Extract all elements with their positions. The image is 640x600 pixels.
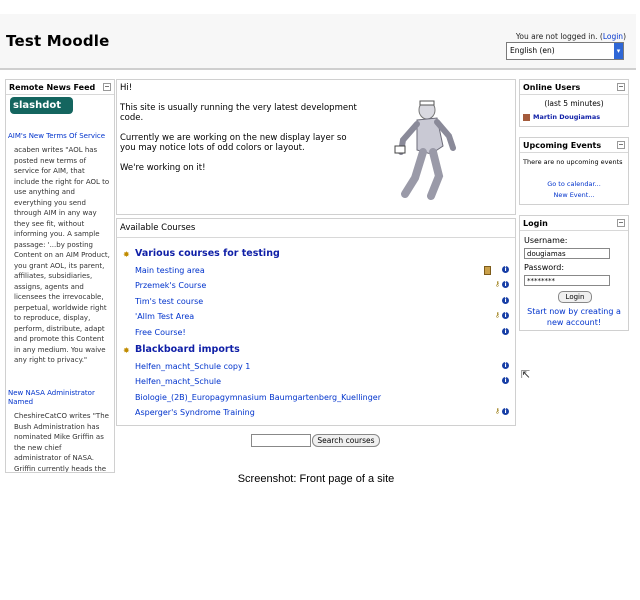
info-icon[interactable]: i <box>502 297 509 304</box>
intro-text: Hi! This site is usually running the ver… <box>120 83 360 183</box>
create-account-link[interactable]: Start now by creating a new account! <box>520 306 628 328</box>
info-icon[interactable]: i <box>502 408 509 415</box>
password-label: Password: <box>524 263 565 272</box>
key-icon: ⚷ <box>494 280 500 288</box>
login-info: You are not logged in. (Login) <box>516 32 626 41</box>
login-info-text: You are not logged in. ( <box>515 32 603 41</box>
moodle-page: Test Moodle You are not logged in. (Logi… <box>0 0 640 473</box>
block-header: Online Users <box>520 80 628 95</box>
site-intro-block: Hi! This site is usually running the ver… <box>116 79 516 215</box>
block-header: Login <box>520 216 628 231</box>
screenshot-caption: Screenshot: Front page of a site <box>237 473 395 485</box>
robot-figure-image <box>394 100 456 200</box>
info-icon[interactable]: i <box>502 377 509 384</box>
info-icon[interactable]: i <box>502 328 509 335</box>
language-select[interactable]: English (en) <box>506 42 624 60</box>
login-button[interactable]: Login <box>558 291 592 303</box>
slashdot-logo: slashdot <box>10 97 73 114</box>
category-name: Various courses for testing <box>135 248 280 259</box>
collapse-icon[interactable] <box>617 219 625 227</box>
mouse-cursor-icon: ⇱ <box>521 368 531 381</box>
login-block: Login Username: dougiamas Password: ****… <box>519 215 629 331</box>
intro-line: This site is usually running the very la… <box>120 103 357 123</box>
key-icon: ⚷ <box>494 407 500 415</box>
category-icon: ✸ <box>123 345 130 355</box>
password-input[interactable]: ******** <box>524 275 610 286</box>
news-item-title[interactable]: New NASA Administrator Named <box>8 389 112 407</box>
info-icon[interactable]: i <box>502 281 509 288</box>
collapse-icon[interactable] <box>617 141 625 149</box>
online-user[interactable]: Martin Dougiamas <box>523 113 600 121</box>
block-title: Available Courses <box>120 223 196 233</box>
info-icon[interactable]: i <box>502 362 509 369</box>
no-events-text: There are no upcoming events <box>523 158 623 166</box>
course-category[interactable]: ✸ Various courses for testing <box>123 248 280 259</box>
category-name: Blackboard imports <box>135 344 240 355</box>
course-link[interactable]: Main testing area <box>135 266 205 275</box>
chevron-down-icon[interactable] <box>614 43 623 59</box>
course-link[interactable]: Biologie_(2B)_Europagymnasium Baumgarten… <box>135 393 381 402</box>
collapse-icon[interactable] <box>103 83 111 91</box>
available-courses-block: Available Courses ✸ Various courses for t… <box>116 218 516 426</box>
online-user-name: Martin Dougiamas <box>533 113 601 121</box>
course-link[interactable]: Tim's test course <box>135 297 203 306</box>
course-link[interactable]: 'Allm Test Area <box>135 312 194 321</box>
language-value: English (en) <box>510 46 555 55</box>
block-title: Remote News Feed <box>9 83 96 92</box>
search-courses-button[interactable]: Search courses <box>312 434 380 447</box>
course-category[interactable]: ✸ Blackboard imports <box>123 344 240 355</box>
document-icon <box>484 266 491 275</box>
intro-line: We're working on it! <box>120 163 206 173</box>
site-title: Test Moodle <box>6 32 110 50</box>
block-header: Remote News Feed <box>6 80 114 95</box>
course-search-input[interactable] <box>251 434 311 447</box>
info-icon[interactable]: i <box>502 266 509 273</box>
login-info-close: ) <box>623 32 626 41</box>
news-item-body: CheshireCatCO writes "The Bush Administr… <box>14 412 109 473</box>
upcoming-events-block: Upcoming Events There are no upcoming ev… <box>519 137 629 205</box>
course-link[interactable]: Free Course! <box>135 328 186 337</box>
key-icon: ⚷ <box>494 311 500 319</box>
news-item-body: acaben writes "AOL has posted new terms … <box>14 146 110 364</box>
avatar <box>523 113 530 121</box>
block-title: Online Users <box>523 83 581 92</box>
intro-line: Currently we are working on the new disp… <box>120 133 347 153</box>
block-header: Available Courses <box>117 219 515 238</box>
course-link[interactable]: Przemek's Course <box>135 281 206 290</box>
block-header: Upcoming Events <box>520 138 628 153</box>
online-users-block: Online Users (last 5 minutes) Martin Dou… <box>519 79 629 127</box>
go-to-calendar-link[interactable]: Go to calendar... <box>520 180 628 188</box>
news-item-title[interactable]: AIM's New Terms Of Service <box>8 132 112 141</box>
block-title: Login <box>523 219 548 228</box>
online-users-period: (last 5 minutes) <box>544 99 604 108</box>
remote-news-block: Remote News Feed slashdot AIM's New Term… <box>5 79 115 473</box>
course-link[interactable]: Asperger's Syndrome Training <box>135 408 255 417</box>
block-title: Upcoming Events <box>523 141 602 150</box>
course-link[interactable]: Helfen_macht_Schule copy 1 <box>135 362 250 371</box>
site-header: Test Moodle You are not logged in. (Logi… <box>0 14 636 70</box>
collapse-icon[interactable] <box>617 83 625 91</box>
login-link[interactable]: Login <box>603 32 623 41</box>
info-icon[interactable]: i <box>502 312 509 319</box>
username-input[interactable]: dougiamas <box>524 248 610 259</box>
category-icon: ✸ <box>123 249 130 259</box>
username-label: Username: <box>524 236 568 245</box>
course-link[interactable]: Helfen_macht_Schule <box>135 377 221 386</box>
intro-greeting: Hi! <box>120 83 133 93</box>
new-event-link[interactable]: New Event... <box>520 191 628 199</box>
